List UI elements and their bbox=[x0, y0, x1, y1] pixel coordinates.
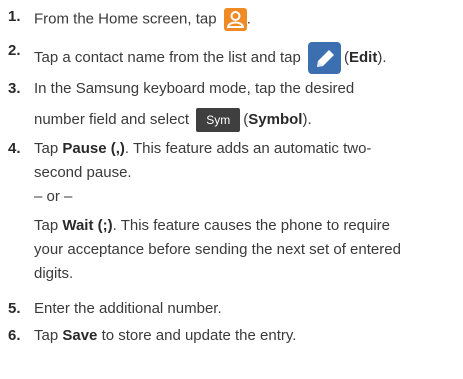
step-4-number: 4. bbox=[8, 140, 21, 157]
step-6-number: 6. bbox=[8, 327, 21, 344]
step-2-pre: Tap a contact name from the list and tap bbox=[34, 48, 301, 66]
instruction-list: 1. From the Home screen, tap . 2. Tap a … bbox=[0, 0, 463, 379]
step-1-pre: From the Home screen, tap bbox=[34, 10, 217, 28]
step-4-or: – or – bbox=[34, 188, 73, 205]
step-2-text: Tap a contact name from the list and tap… bbox=[34, 42, 387, 74]
step-2-paren-close: ). bbox=[377, 48, 387, 66]
step-3-bold: Symbol bbox=[248, 110, 303, 128]
step-1-post: . bbox=[246, 10, 251, 28]
edit-pencil-icon bbox=[308, 42, 341, 74]
step-4-alt-line3: digits. bbox=[34, 265, 74, 282]
step-3-line2: number field and select Sym (Symbol). bbox=[34, 108, 312, 132]
step-3-line1: In the Samsung keyboard mode, tap the de… bbox=[34, 80, 355, 97]
step-1-number: 1. bbox=[8, 8, 21, 25]
sym-key-icon: Sym bbox=[196, 108, 241, 132]
step-4-alt-line1: Tap Wait (;). This feature causes the ph… bbox=[34, 217, 390, 237]
step-6-bold: Save bbox=[62, 327, 98, 344]
step-4-line2: second pause. bbox=[34, 164, 132, 181]
step-4-alt-post: . This feature causes the phone to requi… bbox=[112, 217, 391, 234]
step-4-alt-line2: your acceptance before sending the next … bbox=[34, 241, 401, 258]
step-1-text: From the Home screen, tap . bbox=[34, 8, 251, 31]
step-6-post: to store and update the entry. bbox=[101, 327, 297, 344]
step-4-pre: Tap bbox=[34, 140, 59, 157]
step-2-number: 2. bbox=[8, 42, 21, 59]
step-6-pre: Tap bbox=[34, 327, 59, 344]
step-5-number: 5. bbox=[8, 300, 21, 317]
step-4-post: . This feature adds an automatic two- bbox=[124, 140, 372, 157]
step-5-text: Enter the additional number. bbox=[34, 300, 222, 317]
step-3-paren-close: ). bbox=[302, 110, 312, 128]
step-4-bold: Pause (,) bbox=[62, 140, 125, 157]
step-6-text: Tap Save to store and update the entry. bbox=[34, 327, 296, 347]
step-4-alt-bold: Wait (;) bbox=[62, 217, 113, 234]
step-3-number: 3. bbox=[8, 80, 21, 97]
step-2-bold: Edit bbox=[349, 48, 378, 66]
step-4-line1: Tap Pause (,). This feature adds an auto… bbox=[34, 140, 371, 160]
step-3-pre: number field and select bbox=[34, 110, 190, 128]
step-4-alt-pre: Tap bbox=[34, 217, 59, 234]
contacts-icon bbox=[223, 8, 247, 31]
